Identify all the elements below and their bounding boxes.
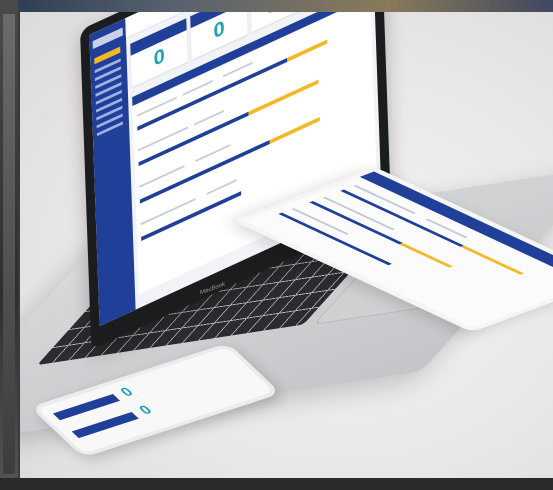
phone-card-header — [52, 394, 120, 421]
background-photo-strip-left — [0, 0, 18, 490]
phone-card-header — [71, 411, 139, 439]
phone-stat-value: 0 — [116, 384, 137, 399]
dashboard-logo — [92, 27, 123, 50]
background-photo-strip-top — [0, 0, 553, 12]
phone-stat-value: 0 — [135, 402, 156, 417]
product-mockup-scene: 0 0 17 0 — [20, 12, 553, 478]
background-photo-strip-bottom — [0, 478, 553, 490]
background-photo-strip-left-inner — [3, 14, 15, 474]
dashboard-sidebar — [89, 18, 136, 327]
